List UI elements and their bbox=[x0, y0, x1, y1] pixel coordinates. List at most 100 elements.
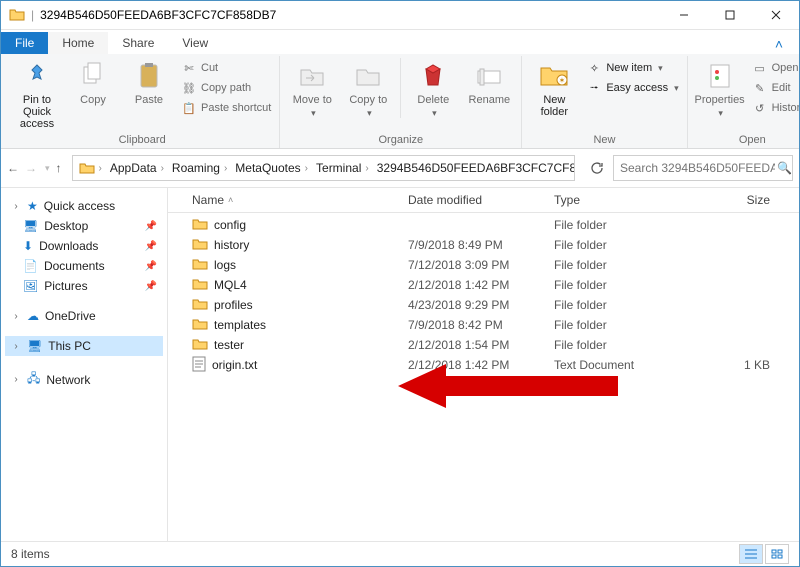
view-large-icons-button[interactable] bbox=[765, 544, 789, 564]
file-date: 7/12/2018 3:09 PM bbox=[400, 258, 546, 272]
minimize-button[interactable] bbox=[661, 1, 707, 29]
refresh-button[interactable] bbox=[585, 156, 609, 180]
tab-view[interactable]: View bbox=[168, 32, 222, 54]
cut-icon: ✄ bbox=[181, 60, 197, 76]
nav-downloads[interactable]: ⬇Downloads📌 bbox=[5, 236, 163, 256]
move-to-button[interactable]: Move to▾ bbox=[286, 58, 338, 121]
edit-button[interactable]: ✎Edit bbox=[750, 79, 800, 97]
new-folder-button[interactable]: ✶ New folder bbox=[528, 58, 580, 120]
column-size[interactable]: Size bbox=[682, 193, 778, 207]
rename-button[interactable]: Rename bbox=[463, 58, 515, 108]
paste-shortcut-button[interactable]: 📋Paste shortcut bbox=[179, 99, 273, 117]
back-button[interactable]: ← bbox=[7, 161, 19, 175]
file-list[interactable]: configFile folderhistory7/9/2018 8:49 PM… bbox=[168, 213, 799, 541]
open-button[interactable]: ▭Open▾ bbox=[750, 59, 800, 77]
tab-share[interactable]: Share bbox=[108, 32, 168, 54]
window-folder-icon bbox=[9, 7, 25, 23]
file-row[interactable]: history7/9/2018 8:49 PMFile folder bbox=[168, 235, 799, 255]
properties-icon bbox=[704, 60, 736, 92]
properties-button[interactable]: Properties▾ bbox=[694, 58, 746, 121]
column-date[interactable]: Date modified bbox=[400, 193, 546, 207]
edit-icon: ✎ bbox=[752, 80, 768, 96]
file-date: 2/12/2018 1:42 PM bbox=[400, 358, 546, 372]
up-button[interactable]: ↑ bbox=[56, 161, 62, 175]
pin-quick-access-button[interactable]: Pin to Quick access bbox=[11, 58, 63, 132]
new-item-icon: ✧ bbox=[586, 60, 602, 76]
file-row[interactable]: MQL42/12/2018 1:42 PMFile folder bbox=[168, 275, 799, 295]
folder-icon bbox=[192, 297, 208, 314]
easy-access-button[interactable]: ⭬Easy access▾ bbox=[584, 79, 680, 97]
this-pc-icon: 🖥 bbox=[27, 339, 42, 353]
column-name[interactable]: Name˄ bbox=[184, 193, 400, 207]
breadcrumb-item[interactable]: 3294B546D50FEEDA6BF3CFC7CF858DB7› bbox=[373, 161, 575, 175]
search-icon: 🔍 bbox=[777, 161, 792, 175]
nav-quick-access[interactable]: ›★Quick access bbox=[5, 196, 163, 216]
folder-icon bbox=[192, 257, 208, 274]
navigation-pane[interactable]: ›★Quick access 🖥Desktop📌 ⬇Downloads📌 📄Do… bbox=[1, 188, 168, 541]
file-row[interactable]: templates7/9/2018 8:42 PMFile folder bbox=[168, 315, 799, 335]
breadcrumb-item[interactable]: Terminal› bbox=[312, 161, 373, 175]
move-to-icon bbox=[296, 60, 328, 92]
copy-path-button[interactable]: ⛓Copy path bbox=[179, 79, 273, 97]
pin-icon: 📌 bbox=[145, 281, 157, 292]
file-row[interactable]: tester2/12/2018 1:54 PMFile folder bbox=[168, 335, 799, 355]
close-button[interactable] bbox=[753, 1, 799, 29]
new-item-button[interactable]: ✧New item▾ bbox=[584, 59, 680, 77]
file-row[interactable]: origin.txt2/12/2018 1:42 PMText Document… bbox=[168, 355, 799, 375]
svg-text:✶: ✶ bbox=[559, 76, 566, 85]
forward-button[interactable]: → bbox=[25, 161, 37, 175]
nav-onedrive[interactable]: ›☁OneDrive bbox=[5, 306, 163, 326]
breadcrumb-root-icon[interactable]: › bbox=[75, 160, 106, 176]
file-row[interactable]: logs7/12/2018 3:09 PMFile folder bbox=[168, 255, 799, 275]
window-controls bbox=[661, 1, 799, 29]
copy-button[interactable]: Copy bbox=[67, 58, 119, 108]
file-name: tester bbox=[214, 338, 244, 352]
copy-to-button[interactable]: Copy to▾ bbox=[342, 58, 394, 121]
downloads-icon: ⬇ bbox=[23, 239, 33, 253]
desktop-icon: 🖥 bbox=[23, 219, 38, 233]
file-row[interactable]: profiles4/23/2018 9:29 PMFile folder bbox=[168, 295, 799, 315]
nav-arrows: ← → ▾ ↑ bbox=[7, 161, 62, 175]
view-details-button[interactable] bbox=[739, 544, 763, 564]
ribbon-group-label-new: New bbox=[528, 132, 680, 148]
nav-desktop[interactable]: 🖥Desktop📌 bbox=[5, 216, 163, 236]
breadcrumb-item[interactable]: AppData› bbox=[106, 161, 168, 175]
column-type[interactable]: Type bbox=[546, 193, 682, 207]
delete-button[interactable]: Delete▾ bbox=[407, 58, 459, 121]
folder-icon bbox=[192, 237, 208, 254]
history-button[interactable]: ↺History bbox=[750, 99, 800, 117]
ribbon-group-new: ✶ New folder ✧New item▾ ⭬Easy access▾ Ne… bbox=[522, 56, 687, 148]
body: ›★Quick access 🖥Desktop📌 ⬇Downloads📌 📄Do… bbox=[1, 188, 799, 541]
nav-documents[interactable]: 📄Documents📌 bbox=[5, 256, 163, 276]
search-input[interactable] bbox=[618, 160, 777, 176]
file-name: config bbox=[214, 218, 246, 232]
recent-locations-button[interactable]: ▾ bbox=[45, 163, 50, 174]
tab-file[interactable]: File bbox=[1, 32, 48, 54]
tab-home[interactable]: Home bbox=[48, 32, 108, 54]
file-size: 1 KB bbox=[682, 358, 778, 372]
file-name: MQL4 bbox=[214, 278, 247, 292]
nav-this-pc[interactable]: ›🖥This PC bbox=[5, 336, 163, 356]
folder-icon bbox=[192, 337, 208, 354]
explorer-window: | 3294B546D50FEEDA6BF3CFC7CF858DB7 File … bbox=[0, 0, 800, 567]
ribbon-collapse-button[interactable]: ˄ bbox=[759, 34, 799, 54]
copy-path-icon: ⛓ bbox=[181, 80, 197, 96]
address-bar[interactable]: › AppData› Roaming› MetaQuotes› Terminal… bbox=[72, 155, 575, 181]
cut-button[interactable]: ✄Cut bbox=[179, 59, 273, 77]
network-icon: 🖧 bbox=[27, 369, 40, 390]
breadcrumb-item[interactable]: MetaQuotes› bbox=[231, 161, 312, 175]
breadcrumb-item[interactable]: Roaming› bbox=[168, 161, 231, 175]
file-row[interactable]: configFile folder bbox=[168, 215, 799, 235]
nav-network[interactable]: ›🖧Network bbox=[5, 366, 163, 393]
folder-icon bbox=[192, 277, 208, 294]
ribbon-group-label-organize: Organize bbox=[286, 132, 515, 148]
folder-icon bbox=[192, 217, 208, 234]
nav-pictures[interactable]: 🖼Pictures📌 bbox=[5, 276, 163, 296]
paste-icon bbox=[133, 60, 165, 92]
paste-button[interactable]: Paste bbox=[123, 58, 175, 108]
maximize-button[interactable] bbox=[707, 1, 753, 29]
search-box[interactable]: 🔍 bbox=[613, 155, 793, 181]
file-name: logs bbox=[214, 258, 236, 272]
ribbon-group-clipboard: Pin to Quick access Copy Paste ✄Cut ⛓Cop… bbox=[5, 56, 280, 148]
delete-icon bbox=[417, 60, 449, 92]
